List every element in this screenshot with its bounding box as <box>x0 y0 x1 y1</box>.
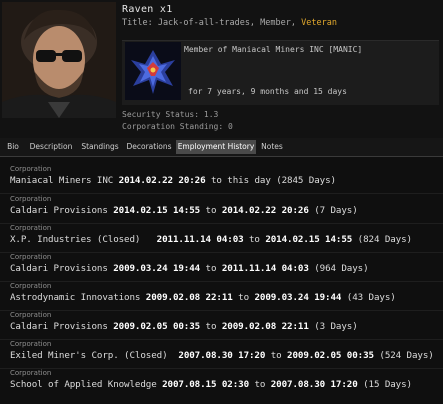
tab-employment-history[interactable]: Employment History <box>176 140 256 154</box>
corporation-standing: Corporation Standing: 0 <box>122 122 233 131</box>
end-date: 2014.02.22 20:26 <box>221 205 309 216</box>
corp-name-link[interactable]: Caldari Provisions <box>10 263 108 274</box>
security-status: Security Status: 1.3 <box>122 110 219 119</box>
duration: (824 Days) <box>357 234 412 245</box>
duration: (3 Days) <box>314 321 358 332</box>
history-entry: Corporation Astrodynamic Innovations 200… <box>10 282 440 303</box>
title-text: Title: Jack-of-all-trades, Member, <box>122 18 302 28</box>
entry-label: Corporation <box>10 195 52 203</box>
to-word: to <box>205 321 217 332</box>
character-portrait[interactable] <box>2 2 116 118</box>
history-entry: Corporation Caldari Provisions 2009.02.0… <box>10 311 440 332</box>
to-word: to <box>205 205 217 216</box>
start-date: 2009.02.08 22:11 <box>145 292 233 303</box>
corp-name-link[interactable]: Astrodynamic Innovations <box>10 292 140 303</box>
entry-line: Exiled Miner's Corp. (Closed) 2007.08.30… <box>10 350 440 361</box>
start-date: 2007.08.15 02:30 <box>162 379 249 390</box>
entry-label: Corporation <box>10 224 52 232</box>
history-entry: Corporation Caldari Provisions 2014.02.1… <box>10 195 440 216</box>
history-entry: Corporation Maniacal Miners INC 2014.02.… <box>10 165 440 186</box>
tab-notes[interactable]: Notes <box>258 140 286 154</box>
to-word: to <box>238 292 250 303</box>
history-entry: Corporation Exiled Miner's Corp. (Closed… <box>10 340 440 361</box>
entry-label: Corporation <box>10 369 52 377</box>
start-date: 2007.08.30 17:20 <box>178 350 266 361</box>
entry-line: X.P. Industries (Closed) 2011.11.14 04:0… <box>10 234 440 245</box>
end-date: 2009.02.05 00:35 <box>287 350 374 361</box>
corporation-info: Member of Maniacal Miners INC [MANIC] fo… <box>122 40 439 105</box>
entry-line: Astrodynamic Innovations 2009.02.08 22:1… <box>10 292 440 303</box>
entry-line: Caldari Provisions 2009.02.05 00:35 to 2… <box>10 321 440 332</box>
to-word: to <box>249 234 260 245</box>
end-date: 2014.02.15 14:55 <box>265 234 353 245</box>
corp-name-link[interactable]: Caldari Provisions <box>10 205 108 216</box>
character-info-window: Raven x1 Title: Jack-of-all-trades, Memb… <box>0 0 443 404</box>
character-name[interactable]: Raven x1 <box>122 4 439 15</box>
duration: (964 Days) <box>314 263 369 274</box>
duration: (43 Days) <box>346 292 396 303</box>
history-entry: Corporation School of Applied Knowledge … <box>10 369 440 390</box>
start-date: 2009.03.24 19:44 <box>113 263 201 274</box>
divider <box>0 193 443 194</box>
corp-name-link[interactable]: Exiled Miner's Corp. (Closed) <box>10 350 168 361</box>
duration: (524 Days) <box>379 350 434 361</box>
start-date: 2009.02.05 00:35 <box>113 321 201 332</box>
entry-line: School of Applied Knowledge 2007.08.15 0… <box>10 379 440 390</box>
history-entry: Corporation X.P. Industries (Closed) 201… <box>10 224 440 245</box>
duration: (2845 Days) <box>276 175 336 186</box>
character-header: Raven x1 Title: Jack-of-all-trades, Memb… <box>122 4 439 28</box>
end-date: this day <box>227 175 271 186</box>
duration: (15 Days) <box>363 379 412 390</box>
to-word: to <box>210 175 222 186</box>
duration: (7 Days) <box>314 205 358 216</box>
entry-label: Corporation <box>10 340 52 348</box>
history-entry: Corporation Caldari Provisions 2009.03.2… <box>10 253 440 274</box>
tab-bio[interactable]: Bio <box>2 140 24 154</box>
entry-line: Maniacal Miners INC 2014.02.22 20:26 to … <box>10 175 440 186</box>
corp-name-link[interactable]: Caldari Provisions <box>10 321 108 332</box>
corp-tenure: for 7 years, 9 months and 15 days <box>188 87 347 96</box>
end-date: 2009.03.24 19:44 <box>254 292 342 303</box>
entry-line: Caldari Provisions 2014.02.15 14:55 to 2… <box>10 205 440 216</box>
entry-label: Corporation <box>10 165 52 173</box>
character-title: Title: Jack-of-all-trades, Member, Veter… <box>122 18 439 28</box>
start-date: 2014.02.15 14:55 <box>113 205 201 216</box>
to-word: to <box>205 263 217 274</box>
end-date: 2007.08.30 17:20 <box>270 379 358 390</box>
entry-label: Corporation <box>10 253 52 261</box>
corp-name-link[interactable]: Maniacal Miners INC <box>10 175 113 186</box>
entry-label: Corporation <box>10 311 52 319</box>
portrait-image <box>2 2 116 118</box>
tab-description[interactable]: Description <box>26 140 76 154</box>
to-word: to <box>254 379 266 390</box>
start-date: 2011.11.14 04:03 <box>156 234 244 245</box>
entry-label: Corporation <box>10 282 52 290</box>
tab-decorations[interactable]: Decorations <box>124 140 174 154</box>
tab-bar: Bio Description Standings Decorations Em… <box>0 138 443 157</box>
tab-standings[interactable]: Standings <box>78 140 122 154</box>
corp-membership[interactable]: Member of Maniacal Miners INC [MANIC] <box>184 45 362 54</box>
corp-name-link[interactable]: X.P. Industries (Closed) <box>10 234 140 245</box>
corp-name-link[interactable]: School of Applied Knowledge <box>10 379 157 390</box>
entry-line: Caldari Provisions 2009.03.24 19:44 to 2… <box>10 263 440 274</box>
corp-logo-icon[interactable] <box>125 42 181 100</box>
end-date: 2009.02.08 22:11 <box>221 321 309 332</box>
employment-history-list: Corporation Maniacal Miners INC 2014.02.… <box>0 157 443 404</box>
end-date: 2011.11.14 04:03 <box>221 263 309 274</box>
start-date: 2014.02.22 20:26 <box>118 175 206 186</box>
title-rank: Veteran <box>301 18 337 28</box>
to-word: to <box>270 350 282 361</box>
